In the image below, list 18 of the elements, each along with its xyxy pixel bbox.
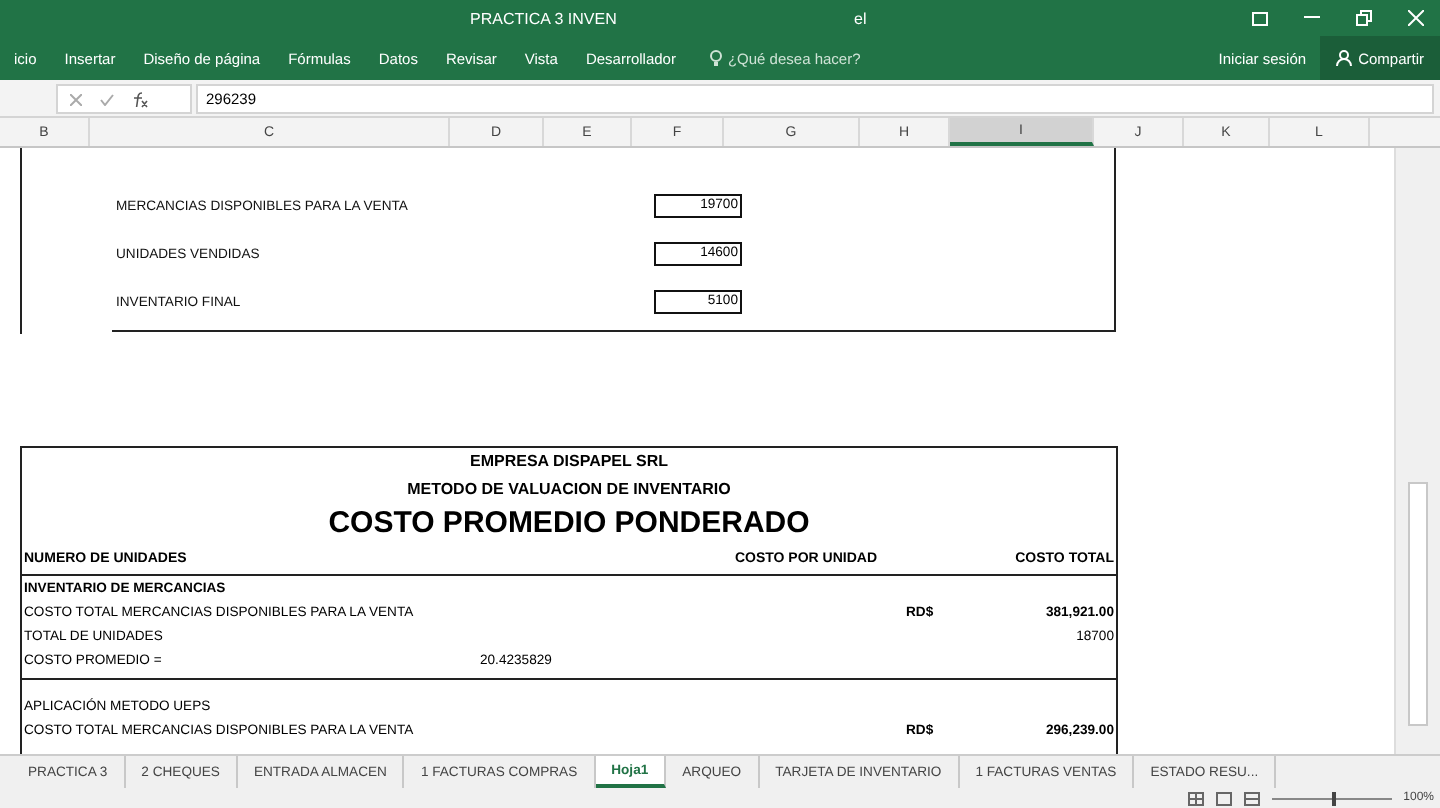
normal-view-icon[interactable] — [1187, 791, 1204, 805]
page-layout-icon[interactable] — [1215, 791, 1232, 805]
window-title: PRACTICA 3 INVEN — [470, 10, 617, 28]
lightbulb-icon — [709, 49, 722, 67]
report-title: EMPRESA DISPAPEL SRL — [470, 452, 668, 470]
report-title: METODO DE VALUACION DE INVENTARIO — [407, 480, 731, 498]
close-icon[interactable] — [1408, 10, 1424, 26]
display-icon[interactable] — [1252, 11, 1268, 25]
function-icon[interactable] — [132, 91, 148, 107]
minimize-icon[interactable] — [1304, 16, 1320, 20]
zoom-thumb[interactable] — [1331, 791, 1336, 805]
report-heading: COSTO PROMEDIO PONDERADO — [328, 506, 810, 540]
page-break-icon[interactable] — [1243, 791, 1260, 805]
restore-icon[interactable] — [1356, 10, 1372, 26]
person-icon — [1336, 50, 1353, 66]
vertical-scrollbar[interactable] — [1394, 148, 1440, 754]
window-title: el — [854, 10, 867, 28]
check-icon[interactable] — [100, 93, 114, 105]
